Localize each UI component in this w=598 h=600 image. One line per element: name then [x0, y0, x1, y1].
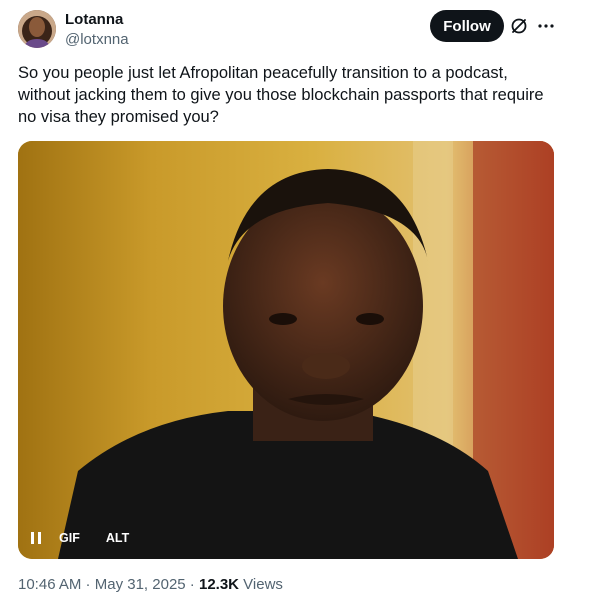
gif-media[interactable] [18, 141, 554, 559]
tweet: Lotanna @lotxnna Follow So you people ju… [0, 0, 598, 600]
alt-button[interactable]: ALT [100, 528, 135, 548]
avatar[interactable] [18, 10, 56, 48]
grok-icon[interactable] [509, 16, 529, 36]
tweet-meta: 10:46 AM · May 31, 2025 · 12.3K Views [18, 576, 283, 593]
meta-separator: · [81, 576, 95, 593]
more-icon[interactable] [536, 16, 556, 36]
user-handle[interactable]: @lotxnna [65, 31, 129, 48]
follow-button[interactable]: Follow [430, 10, 504, 42]
pause-icon[interactable] [25, 527, 47, 549]
gif-badge: GIF [59, 531, 80, 545]
views-label: Views [239, 576, 283, 593]
tweet-time[interactable]: 10:46 AM [18, 576, 81, 593]
gif-controls: GIF ALT [25, 527, 135, 549]
views-count[interactable]: 12.3K [199, 576, 239, 593]
meta-separator: · [185, 576, 199, 593]
tweet-date[interactable]: May 31, 2025 [95, 576, 186, 593]
display-name[interactable]: Lotanna [65, 11, 123, 28]
tweet-text: So you people just let Afropolitan peace… [18, 64, 544, 126]
